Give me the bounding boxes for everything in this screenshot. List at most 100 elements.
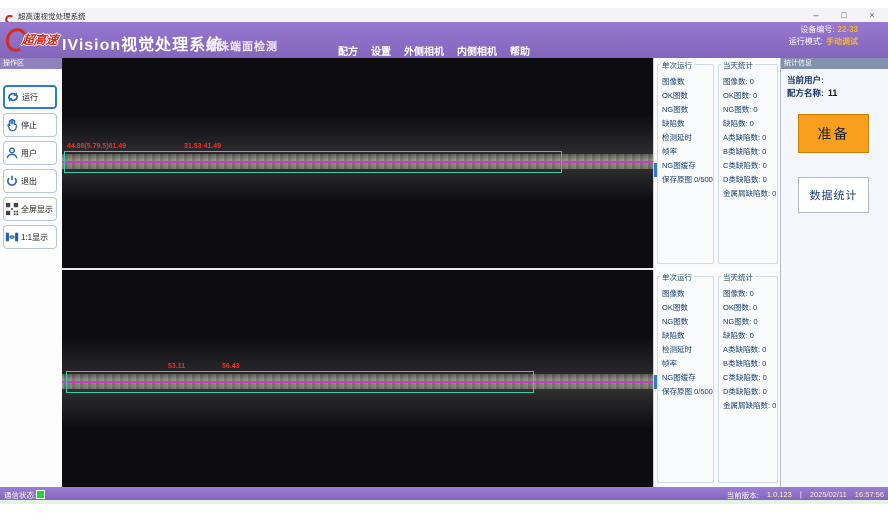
stats-panel-top: 单次运行 图像数OK图数NG图数缺陷数检测延时帧率NG图缓存保存原图 0/500… <box>653 58 780 268</box>
single-run-header: 单次运行 <box>660 60 694 71</box>
single-run-rows: 图像数OK图数NG图数缺陷数检测延时帧率NG图缓存保存原图 0/500 <box>658 75 713 187</box>
desktop-edge <box>0 500 888 504</box>
one-to-one-button[interactable]: 1:1显示 <box>3 225 57 249</box>
minimize-button[interactable]: – <box>808 9 824 21</box>
stat-row: NG图数 <box>658 315 713 329</box>
daily-stats-header: 当天统计 <box>721 272 755 283</box>
camera-view-top[interactable]: 44.88(5.79.5)81.49 31.53 41.49 <box>62 58 653 268</box>
stat-row: 保存原图 0/500 <box>658 385 713 399</box>
menu-item-inner-camera[interactable]: 内侧相机 <box>457 43 497 58</box>
stat-row: D类缺陷数: 0 <box>719 385 777 399</box>
operation-sidebar: 操作区 运行 停止 用户 退出 全屏显示 <box>0 58 63 487</box>
page-title: IVision视觉处理系统 <box>62 31 223 55</box>
statistics-info-panel: 统计信息 当前用户: 配方名称:11 准备 数据统计 <box>780 58 888 487</box>
daily-stats-group: 当天统计 图像数: 0OK图数: 0NG图数: 0缺陷数: 0A类缺陷数: 0B… <box>718 276 778 483</box>
device-number-row: 设备编号:22-33 <box>789 24 858 36</box>
sidebar-buttons: 运行 停止 用户 退出 全屏显示 1:1显示 <box>3 85 57 249</box>
detection-roi-box <box>64 151 562 173</box>
stat-row: OK图数 <box>658 301 713 315</box>
os-titlebar: 超高速视觉处理系统 – □ × <box>0 8 888 23</box>
stat-row: NG图缓存 <box>658 159 713 173</box>
run-cycle-icon <box>6 90 20 104</box>
stat-row: 缺陷数 <box>658 117 713 131</box>
stat-row: NG图数 <box>658 103 713 117</box>
menu-item-help[interactable]: 帮助 <box>510 43 530 58</box>
stat-row: OK图数 <box>658 89 713 103</box>
fullscreen-button[interactable]: 全屏显示 <box>3 197 57 221</box>
stats-panel-bottom: 单次运行 图像数OK图数NG图数缺陷数检测延时帧率NG图缓存保存原图 0/500… <box>653 270 780 487</box>
single-run-rows: 图像数OK图数NG图数缺陷数检测延时帧率NG图缓存保存原图 0/500 <box>658 287 713 399</box>
current-user-row: 当前用户: <box>787 74 824 86</box>
prepare-button[interactable]: 准备 <box>798 114 869 153</box>
stat-row: 金属屑缺陷数: 0 <box>719 399 777 413</box>
stop-button-label: 停止 <box>21 120 37 131</box>
user-button[interactable]: 用户 <box>3 141 57 165</box>
splitter-handle[interactable] <box>654 163 657 177</box>
device-info: 设备编号:22-33 运行模式:手动调试 <box>789 24 858 48</box>
one-to-one-button-label: 1:1显示 <box>21 232 48 243</box>
stat-row: 图像数: 0 <box>719 287 777 301</box>
close-button[interactable]: × <box>864 9 880 21</box>
splitter-handle[interactable] <box>654 375 657 389</box>
app-logo-icon <box>5 11 14 20</box>
stat-row: 检测延时 <box>658 343 713 357</box>
stat-row: 缺陷数: 0 <box>719 329 777 343</box>
stat-row: NG图缓存 <box>658 371 713 385</box>
run-mode-value: 手动调试 <box>826 37 858 46</box>
menu-item-settings[interactable]: 设置 <box>371 43 391 58</box>
stop-button[interactable]: 停止 <box>3 113 57 137</box>
stat-row: 帧率 <box>658 145 713 159</box>
stop-hand-icon <box>5 118 19 132</box>
stat-row: A类缺陷数: 0 <box>719 131 777 145</box>
single-run-group: 单次运行 图像数OK图数NG图数缺陷数检测延时帧率NG图缓存保存原图 0/500 <box>657 64 714 264</box>
status-bar: 通信状态: 当前版本: 1.0.123 | 2025/02/11 16:57:5… <box>0 487 888 500</box>
one-to-one-icon <box>5 230 19 244</box>
stat-row: NG图数: 0 <box>719 315 777 329</box>
stat-row: A类缺陷数: 0 <box>719 343 777 357</box>
stat-row: 缺陷数: 0 <box>719 117 777 131</box>
stat-row: 图像数 <box>658 287 713 301</box>
stat-row: 保存原图 0/500 <box>658 173 713 187</box>
stat-row: B类缺陷数: 0 <box>719 357 777 371</box>
run-button-label: 运行 <box>22 92 38 103</box>
daily-stats-rows: 图像数: 0OK图数: 0NG图数: 0缺陷数: 0A类缺陷数: 0B类缺陷数:… <box>719 75 777 201</box>
menu-bar: 配方 设置 外侧相机 内侧相机 帮助 <box>338 43 530 58</box>
stat-row: C类缺陷数: 0 <box>719 159 777 173</box>
run-mode-label: 运行模式: <box>789 37 823 46</box>
window-title: 超高速视觉处理系统 <box>18 11 86 22</box>
data-statistics-button[interactable]: 数据统计 <box>798 177 869 213</box>
exit-button-label: 退出 <box>21 176 37 187</box>
run-mode-row: 运行模式:手动调试 <box>789 36 858 48</box>
comm-status-indicator <box>36 490 45 499</box>
stat-row: OK图数: 0 <box>719 301 777 315</box>
daily-stats-header: 当天统计 <box>721 60 755 71</box>
single-run-group: 单次运行 图像数OK图数NG图数缺陷数检测延时帧率NG图缓存保存原图 0/500 <box>657 276 714 483</box>
daily-stats-rows: 图像数: 0OK图数: 0NG图数: 0缺陷数: 0A类缺陷数: 0B类缺陷数:… <box>719 287 777 413</box>
app-header: 超高速 IVision视觉处理系统 熔珠端面检测 配方 设置 外侧相机 内侧相机… <box>0 22 888 58</box>
page-subtitle: 熔珠端面检测 <box>206 38 278 54</box>
detection-roi-box <box>66 371 534 393</box>
maximize-button[interactable]: □ <box>836 9 852 21</box>
single-run-header: 单次运行 <box>660 272 694 283</box>
menu-item-outer-camera[interactable]: 外侧相机 <box>404 43 444 58</box>
measurement-annotation: 56.43 <box>222 363 240 370</box>
recipe-name-label: 配方名称: <box>787 88 824 98</box>
device-number-value: 22-33 <box>838 25 858 34</box>
user-button-label: 用户 <box>21 148 37 159</box>
info-panel-header: 统计信息 <box>781 58 888 69</box>
stat-row: 缺陷数 <box>658 329 713 343</box>
camera-view-bottom[interactable]: 53.11 56.43 <box>62 270 653 487</box>
fullscreen-button-label: 全屏显示 <box>21 204 53 215</box>
run-button[interactable]: 运行 <box>3 85 57 109</box>
stat-row: OK图数: 0 <box>719 89 777 103</box>
sidebar-header: 操作区 <box>0 58 62 69</box>
recipe-name-row: 配方名称:11 <box>787 87 837 99</box>
stat-row: 检测延时 <box>658 131 713 145</box>
menu-item-recipe[interactable]: 配方 <box>338 43 358 58</box>
measurement-annotation: 31.53 41.49 <box>184 143 221 150</box>
stat-row: 金属屑缺陷数: 0 <box>719 187 777 201</box>
fullscreen-grid-icon <box>5 202 19 216</box>
stat-row: 帧率 <box>658 357 713 371</box>
exit-button[interactable]: 退出 <box>3 169 57 193</box>
app-window: 超高速视觉处理系统 – □ × 超高速 IVision视觉处理系统 熔珠端面检测… <box>0 0 888 522</box>
